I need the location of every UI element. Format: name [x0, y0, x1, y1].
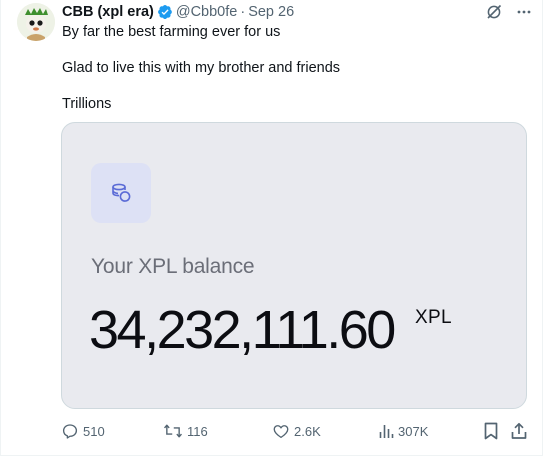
more-icon[interactable]	[516, 4, 532, 20]
avatar[interactable]	[17, 3, 55, 41]
media-image[interactable]: Your XPL balance 34,232,111.60 XPL	[61, 122, 527, 409]
coins-icon	[112, 183, 131, 202]
reply-count: 510	[83, 423, 105, 439]
verified-badge-icon	[157, 4, 172, 20]
repost-button[interactable]: 116	[163, 420, 208, 442]
tweet-line-2: Glad to live this with my brother and fr…	[62, 60, 341, 76]
reply-button[interactable]: 510	[61, 420, 105, 442]
tweet[interactable]: CBB (xpl era) @Cbb0fe · Sep 26 By far th…	[0, 0, 543, 456]
coin-tile	[91, 163, 151, 223]
like-button[interactable]: 2.6K	[272, 420, 321, 442]
share-icon	[511, 422, 527, 439]
views-button[interactable]: 307K	[378, 420, 428, 442]
tweet-header: CBB (xpl era) @Cbb0fe · Sep 26	[62, 3, 532, 21]
bookmark-icon	[484, 422, 498, 440]
balance-unit: XPL	[415, 307, 452, 328]
balance-label: Your XPL balance	[91, 255, 255, 278]
avatar-image	[17, 3, 55, 41]
bookmark-button[interactable]	[483, 420, 499, 442]
balance-value: 34,232,111.60	[89, 300, 396, 360]
timestamp[interactable]: Sep 26	[248, 4, 294, 20]
views-icon	[379, 425, 394, 438]
tweet-line-1: By far the best farming ever for us	[62, 24, 281, 40]
like-icon	[273, 425, 289, 439]
repost-icon	[164, 424, 182, 438]
like-count: 2.6K	[294, 423, 321, 439]
display-name[interactable]: CBB (xpl era)	[62, 4, 154, 20]
handle[interactable]: @Cbb0fe	[176, 4, 237, 20]
tweet-text: By far the best farming ever for us Glad…	[62, 23, 526, 131]
reply-icon	[62, 424, 78, 439]
tweet-line-3: Trillions	[62, 96, 112, 112]
repost-count: 116	[187, 423, 208, 439]
views-count: 307K	[398, 423, 429, 439]
grok-icon[interactable]	[486, 4, 502, 20]
action-bar: 510 116 2.6K 307K	[61, 420, 532, 442]
separator-dot: ·	[240, 4, 246, 20]
share-button[interactable]	[510, 420, 528, 442]
header-actions	[486, 4, 532, 20]
